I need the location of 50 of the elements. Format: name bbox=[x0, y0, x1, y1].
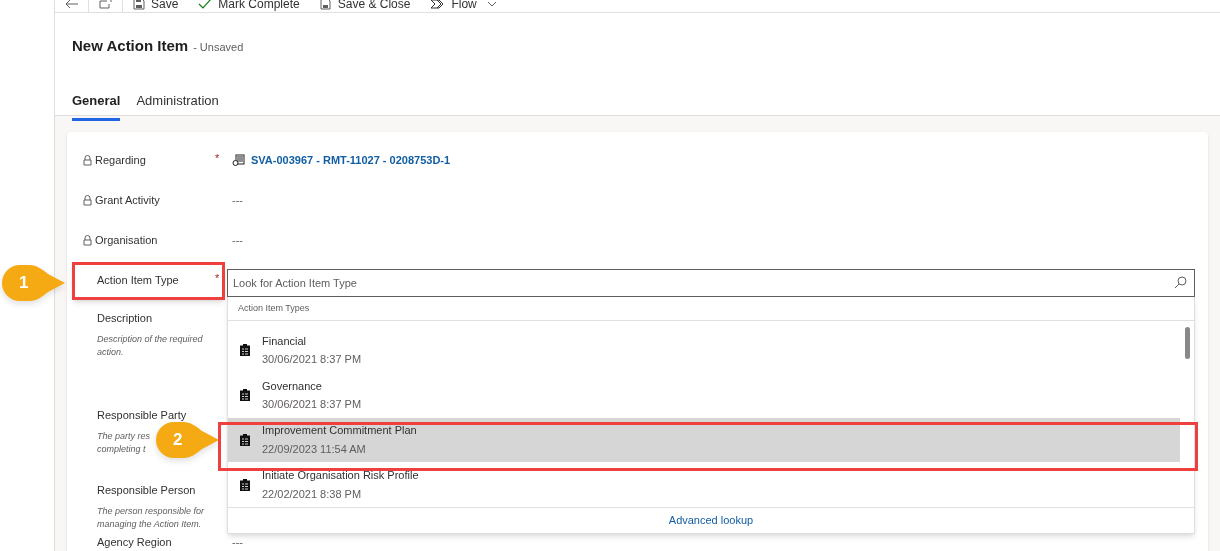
field-description: The person responsible for managing the Action Item. bbox=[96, 504, 206, 531]
field-label: Action Item Type bbox=[97, 273, 179, 288]
option-title: Improvement Commitment Plan bbox=[262, 423, 417, 439]
clipboard-icon bbox=[240, 433, 250, 446]
list-option[interactable]: Improvement Commitment Plan 22/09/2023 11:54 AM bbox=[228, 417, 1180, 463]
field-description: completing t bbox=[97, 442, 146, 456]
required-marker: * bbox=[215, 152, 220, 164]
advanced-lookup-link[interactable]: Advanced lookup bbox=[668, 512, 754, 529]
option-date: 30/06/2021 8:37 PM bbox=[262, 397, 362, 413]
tab[interactable]: Administration bbox=[136, 90, 219, 121]
field-value: --- bbox=[232, 535, 243, 550]
field-description: Description of the required action. bbox=[96, 332, 204, 359]
clipboard-icon bbox=[240, 389, 250, 402]
field-label: Organisation bbox=[95, 233, 158, 248]
save-close-icon bbox=[319, 0, 332, 10]
clipboard-icon bbox=[240, 478, 250, 491]
checkmark-icon bbox=[198, 0, 213, 9]
callout-badge: 1 bbox=[0, 264, 66, 302]
form-title: New Action Item bbox=[72, 36, 189, 56]
option-title: Governance bbox=[262, 378, 323, 394]
option-title: Initiate Organisation Risk Profile bbox=[262, 468, 419, 484]
tab[interactable]: General bbox=[72, 90, 121, 121]
field-value: --- bbox=[232, 233, 243, 248]
search-field[interactable]: Look for Action Item Type bbox=[227, 269, 1195, 297]
search-icon[interactable] bbox=[1174, 276, 1187, 289]
field-value: --- bbox=[232, 193, 243, 208]
record-icon bbox=[232, 153, 245, 167]
required-marker: * bbox=[215, 272, 220, 284]
save-status: - Unsaved bbox=[193, 40, 244, 55]
option-title: Financial bbox=[262, 333, 308, 349]
flow-icon bbox=[430, 0, 446, 9]
chevron-down-icon[interactable] bbox=[486, 0, 497, 7]
field-label: Description bbox=[97, 311, 153, 326]
field-label: Grant Activity bbox=[95, 193, 160, 208]
list-header: Action Item Types bbox=[238, 301, 310, 315]
field-description: The party res bbox=[97, 429, 151, 443]
field-label: Regarding bbox=[95, 153, 146, 168]
field-label: Responsible Party bbox=[97, 408, 187, 423]
field-label: Responsible Person bbox=[97, 483, 196, 498]
clipboard-icon bbox=[240, 344, 250, 357]
option-date: 22/02/2021 8:38 PM bbox=[262, 486, 363, 502]
record-link[interactable]: SVA-003967 - RMT-11027 - 0208753D-1 bbox=[251, 152, 451, 169]
save-icon bbox=[133, 0, 145, 10]
callout-badge: 2 bbox=[154, 421, 220, 459]
option-date: 22/09/2023 11:54 AM bbox=[262, 441, 367, 457]
option-date: 30/06/2021 8:37 PM bbox=[262, 352, 362, 368]
back-arrow-icon[interactable] bbox=[64, 0, 79, 9]
scrollbar-thumb[interactable] bbox=[1185, 327, 1190, 359]
popout-icon[interactable] bbox=[99, 0, 112, 9]
field-label: Agency Region bbox=[97, 535, 172, 550]
